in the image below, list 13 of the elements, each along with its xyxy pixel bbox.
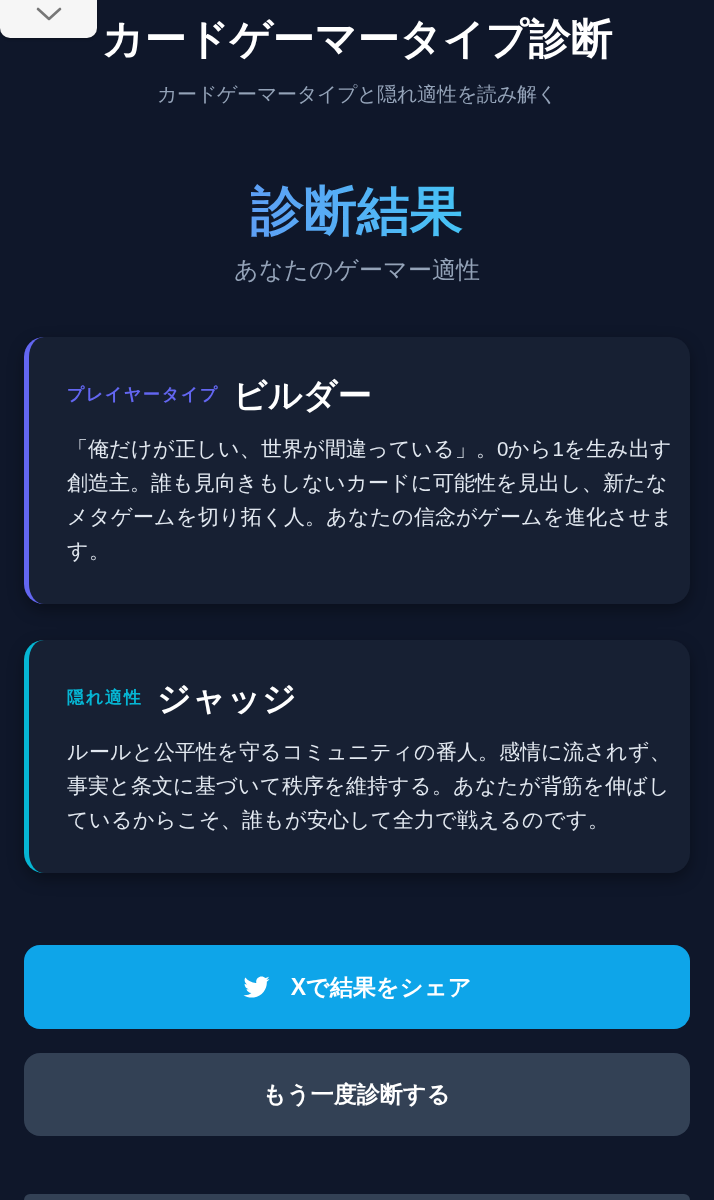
card-description: ルールと公平性を守るコミュニティの番人。感情に流されず、事実と条文に基づいて秩序を維持する。あなたが背筋を伸ばしているからこそ、誰もが安心して全力で戦えるのです。 [67,739,672,833]
card-label: 隠れ適性 [67,687,143,709]
bird-icon [241,974,271,1000]
page-title: カードゲーマータイプ診断 [100,14,614,64]
result-subheading: あなたのゲーマー適性 [233,255,481,285]
card-title: ビルダー [233,375,372,415]
page-subtitle: カードゲーマータイプと隠れ適性を読み解く [156,82,558,107]
chevron-down-icon [35,7,62,21]
card-description: 「俺だけが正しい、世界が間違っている」。0から1を生み出す創造主。誰も見向きもしないカードに可能性を見出し、新たなメタゲームを切り拓く人。あなたの信念がゲームを進化させます。 [67,436,674,564]
retry-button[interactable]: もう一度診断する [24,1053,690,1136]
card-label: プレイヤータイプ [67,384,219,406]
card-title: ジャッジ [157,678,297,718]
collapse-tab[interactable] [0,0,97,38]
